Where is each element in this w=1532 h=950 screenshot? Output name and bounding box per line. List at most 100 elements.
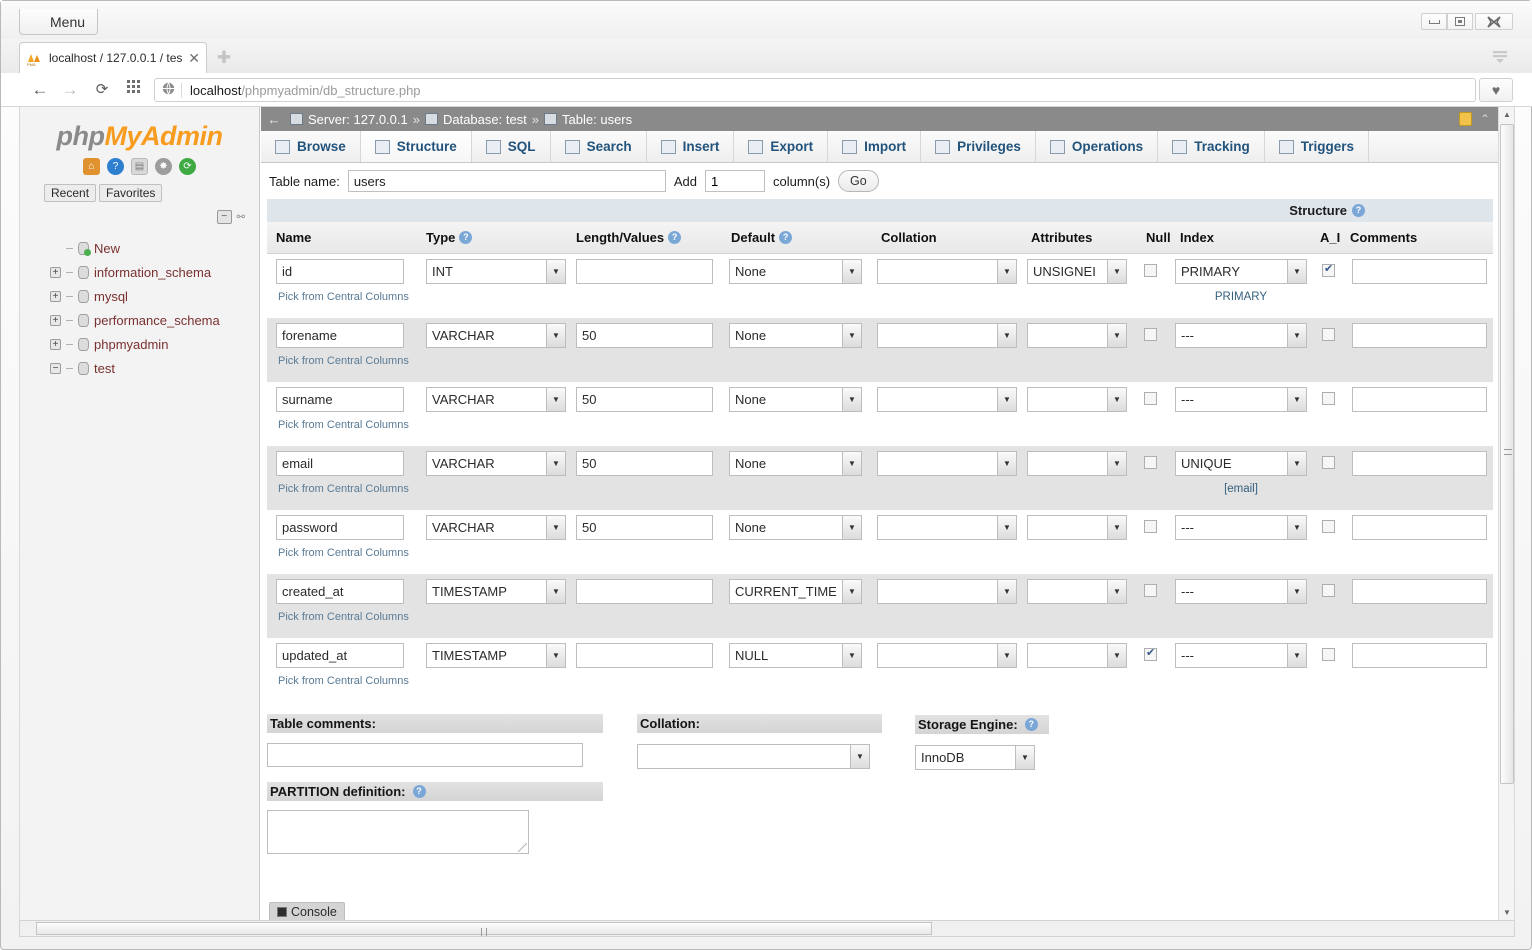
column-null-checkbox[interactable]	[1144, 520, 1157, 533]
tab-insert[interactable]: Insert	[647, 131, 735, 162]
column-attributes-select[interactable]	[1027, 451, 1127, 476]
column-attributes-select[interactable]	[1027, 387, 1127, 412]
lock-icon[interactable]	[1459, 112, 1472, 126]
collapse-icon[interactable]: ⌃	[1480, 112, 1490, 126]
column-index-select[interactable]: PRIMARY	[1175, 259, 1307, 284]
breadcrumb-database[interactable]: Database: test	[443, 112, 527, 127]
apps-grid-button[interactable]	[123, 79, 145, 101]
heart-icon[interactable]: ♥	[1479, 78, 1513, 102]
phpmyadmin-logo[interactable]: phpMyAdmin	[20, 107, 259, 152]
column-null-checkbox[interactable]	[1144, 328, 1157, 341]
column-index-select[interactable]: ---	[1175, 579, 1307, 604]
column-ai-checkbox[interactable]	[1322, 520, 1335, 533]
tab-export[interactable]: Export	[734, 131, 828, 162]
tab-sql[interactable]: SQL	[472, 131, 551, 162]
breadcrumb-server[interactable]: Server: 127.0.0.1	[308, 112, 408, 127]
close-button[interactable]	[1475, 13, 1513, 30]
url-input[interactable]: localhost/phpmyadmin/db_structure.php	[154, 78, 1476, 102]
column-type-select[interactable]: VARCHAR	[426, 387, 566, 412]
column-comments-input[interactable]	[1352, 643, 1487, 668]
column-ai-checkbox[interactable]	[1322, 648, 1335, 661]
column-name-input[interactable]	[276, 451, 404, 476]
column-ai-checkbox[interactable]	[1322, 584, 1335, 597]
column-default-select[interactable]: None	[729, 387, 862, 412]
help-icon[interactable]: ?	[1025, 718, 1038, 731]
table-name-input[interactable]	[348, 170, 666, 192]
column-ai-checkbox[interactable]	[1322, 456, 1335, 469]
column-name-input[interactable]	[276, 323, 404, 348]
vertical-scrollbar[interactable]: ▲ ▼	[1498, 107, 1514, 921]
partition-definition-textarea[interactable]	[267, 810, 529, 854]
column-comments-input[interactable]	[1352, 451, 1487, 476]
column-ai-checkbox[interactable]	[1322, 328, 1335, 341]
column-name-input[interactable]	[276, 259, 404, 284]
column-attributes-select[interactable]	[1027, 643, 1127, 668]
console-toggle[interactable]: Console	[269, 902, 345, 921]
go-button[interactable]: Go	[838, 170, 879, 192]
back-button[interactable]: ←	[29, 79, 51, 101]
tree-toggle[interactable]: −	[50, 363, 61, 374]
collation-select[interactable]	[637, 744, 870, 769]
column-type-select[interactable]: VARCHAR	[426, 515, 566, 540]
column-index-select[interactable]: ---	[1175, 515, 1307, 540]
column-length-input[interactable]	[576, 515, 713, 540]
help-icon[interactable]: ?	[779, 231, 792, 244]
maximize-button[interactable]	[1447, 13, 1473, 30]
pick-central-columns-link[interactable]: Pick from Central Columns	[278, 675, 409, 687]
column-comments-input[interactable]	[1352, 259, 1487, 284]
link-icon[interactable]: ⚯	[237, 212, 245, 223]
recent-chip[interactable]: Recent	[44, 184, 96, 202]
tree-item-new[interactable]: New	[50, 236, 259, 260]
table-comments-input[interactable]	[267, 743, 583, 767]
scroll-down-button[interactable]: ▼	[1499, 905, 1515, 921]
favorites-chip[interactable]: Favorites	[99, 184, 162, 202]
column-length-input[interactable]	[576, 579, 713, 604]
column-length-input[interactable]	[576, 387, 713, 412]
pick-central-columns-link[interactable]: Pick from Central Columns	[278, 355, 409, 367]
column-default-select[interactable]: None	[729, 323, 862, 348]
browser-tab[interactable]: PMA localhost / 127.0.0.1 / test ✕	[19, 42, 207, 73]
column-name-input[interactable]	[276, 515, 404, 540]
tab-privileges[interactable]: Privileges	[921, 131, 1036, 162]
column-comments-input[interactable]	[1352, 323, 1487, 348]
forward-button[interactable]: →	[59, 79, 81, 101]
column-default-select[interactable]: NULL	[729, 643, 862, 668]
minimize-button[interactable]	[1421, 13, 1447, 30]
new-tab-button[interactable]: ✚	[215, 49, 233, 67]
horizontal-scrollbar[interactable]	[19, 920, 1515, 937]
index-sub-label[interactable]: [email]	[1175, 483, 1307, 495]
add-columns-input[interactable]	[705, 170, 765, 192]
column-default-select[interactable]: None	[729, 451, 862, 476]
column-index-select[interactable]: ---	[1175, 387, 1307, 412]
column-length-input[interactable]	[576, 451, 713, 476]
reload-button[interactable]: ⟳	[91, 79, 113, 101]
tree-item-mysql[interactable]: + mysql	[50, 284, 259, 308]
column-name-input[interactable]	[276, 387, 404, 412]
column-type-select[interactable]: TIMESTAMP	[426, 643, 566, 668]
column-type-select[interactable]: VARCHAR	[426, 451, 566, 476]
column-comments-input[interactable]	[1352, 387, 1487, 412]
column-collation-select[interactable]	[877, 451, 1017, 476]
column-length-input[interactable]	[576, 323, 713, 348]
column-ai-checkbox[interactable]	[1322, 264, 1335, 277]
column-collation-select[interactable]	[877, 515, 1017, 540]
pick-central-columns-link[interactable]: Pick from Central Columns	[278, 291, 409, 303]
docs-icon[interactable]: ▤	[131, 158, 148, 175]
column-index-select[interactable]: ---	[1175, 323, 1307, 348]
column-comments-input[interactable]	[1352, 579, 1487, 604]
help-icon[interactable]: ?	[413, 785, 426, 798]
home-icon[interactable]: ⌂	[83, 158, 100, 175]
column-null-checkbox[interactable]	[1144, 456, 1157, 469]
tab-close-icon[interactable]: ✕	[188, 50, 200, 67]
column-attributes-select[interactable]	[1027, 323, 1127, 348]
column-attributes-select[interactable]	[1027, 515, 1127, 540]
tree-toggle[interactable]: +	[50, 291, 61, 302]
help-icon[interactable]: ?	[668, 231, 681, 244]
pick-central-columns-link[interactable]: Pick from Central Columns	[278, 419, 409, 431]
tab-operations[interactable]: Operations	[1036, 131, 1158, 162]
tab-structure[interactable]: Structure	[361, 131, 472, 162]
tree-toggle[interactable]: +	[50, 315, 61, 326]
column-null-checkbox[interactable]	[1144, 648, 1157, 661]
help-icon[interactable]: ?	[1352, 204, 1365, 217]
tab-triggers[interactable]: Triggers	[1265, 131, 1369, 162]
